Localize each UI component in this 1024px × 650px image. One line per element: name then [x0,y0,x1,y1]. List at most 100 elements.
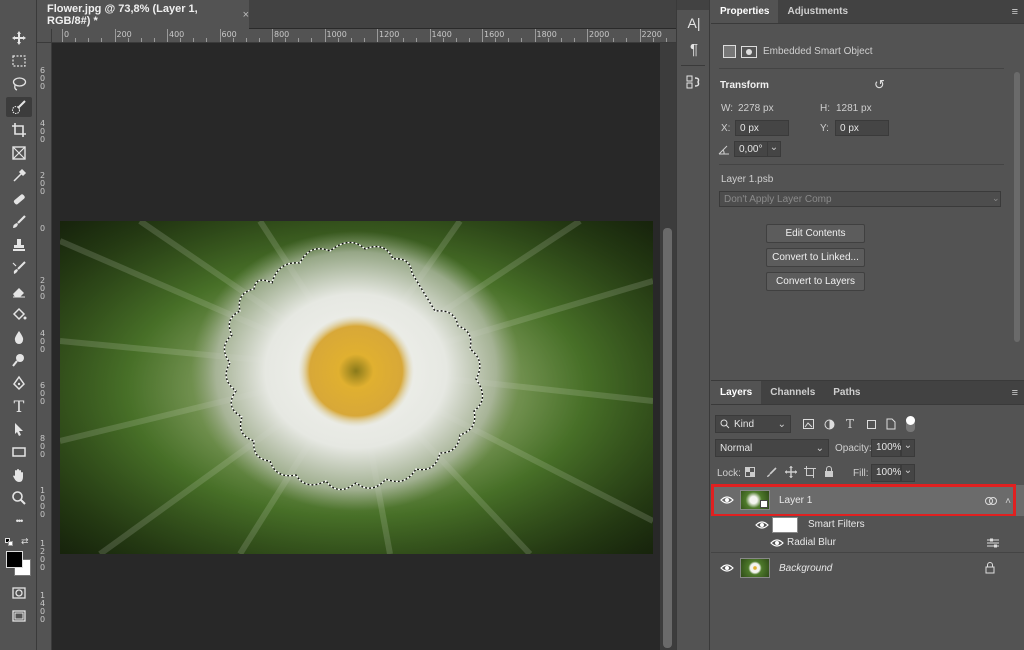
shape-filter-icon[interactable] [864,417,878,431]
chevron-down-icon: ⌄ [992,193,1000,203]
more-tools-icon[interactable]: ••• [6,511,32,531]
layer-name[interactable]: Smart Filters [808,519,865,530]
ruler-label: 400 [40,118,46,144]
dodge-icon[interactable] [6,350,32,370]
default-colors-icon[interactable] [5,538,14,547]
ruler-label: 1000 [40,486,46,519]
smart-object-filter-icon[interactable] [884,417,898,431]
scrollbar-thumb[interactable] [1014,72,1020,342]
ruler-tick [626,38,627,42]
type-filter-icon[interactable]: T [843,417,857,431]
brush-icon[interactable] [6,212,32,232]
fill-field[interactable]: 100% [871,464,902,482]
filter-blending-options-icon[interactable] [986,536,1000,550]
properties-scrollbar[interactable] [1012,66,1022,356]
close-icon[interactable]: × [243,9,249,21]
ruler-label: 800 [274,30,290,39]
path-selection-icon[interactable] [6,419,32,439]
visibility-eye-icon[interactable] [755,520,769,530]
y-field[interactable]: 0 px [835,120,889,136]
blend-mode-select[interactable]: Normal ⌄ [715,439,829,457]
character-panel-icon[interactable]: A| [677,10,711,36]
lock-all-icon[interactable] [822,465,836,479]
ruler-label: 200 [40,171,46,196]
layer-name[interactable]: Radial Blur [787,537,836,548]
search-icon [720,419,730,429]
scrollbar-thumb[interactable] [663,228,672,648]
healing-brush-icon[interactable] [6,189,32,209]
fill-dropdown-icon[interactable]: ⌄ [901,464,915,482]
layer-comp-select[interactable]: Don't Apply Layer Comp [719,191,1001,207]
type-icon[interactable]: T [6,396,32,416]
convert-to-linked-button[interactable]: Convert to Linked... [766,248,865,267]
ruler-tick [547,38,549,42]
glyphs-panel-icon[interactable] [677,69,711,95]
frame-icon[interactable] [6,143,32,163]
canvas-area[interactable] [52,43,660,650]
filter-kind-select[interactable]: Kind ⌄ [715,415,791,433]
document-tab[interactable]: Flower.jpg @ 73,8% (Layer 1, RGB/8#) * × [37,0,249,29]
x-field[interactable]: 0 px [735,120,789,136]
smart-object-icon [723,45,736,58]
convert-to-layers-button[interactable]: Convert to Layers [766,272,865,291]
blend-mode-label: Normal [720,442,753,454]
vertical-ruler[interactable]: 600 400 200 0 200 400 600 800 1000 1200 1400 [37,43,52,650]
visibility-eye-icon[interactable] [720,563,734,573]
angle-dropdown-icon[interactable]: ⌄ [767,141,781,157]
blur-icon[interactable] [6,327,32,347]
ruler-tick [587,29,588,42]
screen-mode-icon[interactable] [6,606,32,626]
ruler-tick [600,38,601,42]
edit-contents-button[interactable]: Edit Contents [766,224,865,243]
ruler-label: 1400 [40,591,46,624]
quick-selection-icon[interactable] [6,97,32,117]
lock-label: Lock: [717,468,741,479]
pixel-filter-icon[interactable] [801,417,815,431]
clone-stamp-icon[interactable] [6,235,32,255]
tab-channels[interactable]: Channels [761,381,824,404]
paragraph-panel-icon[interactable]: ¶ [677,36,711,62]
swap-colors-icon[interactable]: ⇄ [21,536,31,546]
horizontal-ruler[interactable]: 0 200 400 600 800 1000 1200 1400 1600 1800 2000 220… [52,29,676,43]
panel-menu-icon[interactable]: ≡ [1012,387,1018,399]
ruler-tick [377,29,378,42]
layer-name[interactable]: Background [779,563,832,574]
eraser-icon[interactable] [6,281,32,301]
crop-icon[interactable] [6,120,32,140]
canvas-vertical-scrollbar[interactable] [660,43,676,650]
ruler-tick [363,38,365,42]
ruler-label: 400 [40,328,46,354]
hand-icon[interactable] [6,465,32,485]
paint-bucket-icon[interactable] [6,304,32,324]
lock-artboard-icon[interactable] [803,465,817,479]
layer-row-radial-blur[interactable]: Radial Blur [711,534,1024,552]
visibility-eye-icon[interactable] [770,538,784,548]
tab-properties[interactable]: Properties [711,0,779,23]
lock-position-icon[interactable] [784,465,798,479]
lock-pixels-icon[interactable] [764,465,778,479]
opacity-field[interactable]: 100% [871,439,902,457]
tab-paths[interactable]: Paths [824,381,869,404]
pen-icon[interactable] [6,373,32,393]
filter-toggle-icon[interactable] [906,416,915,432]
foreground-color-swatch[interactable] [6,551,23,568]
layer-row-background[interactable]: Background [711,552,1024,582]
panel-menu-icon[interactable]: ≡ [1012,6,1018,18]
tab-adjustments[interactable]: Adjustments [778,0,857,23]
eyedropper-icon[interactable] [6,166,32,186]
layer-row-smart-filters[interactable]: Smart Filters [711,516,1024,534]
quick-mask-icon[interactable] [6,583,32,603]
zoom-icon[interactable] [6,488,32,508]
lasso-icon[interactable] [6,74,32,94]
reset-transform-icon[interactable]: ↺ [874,77,885,93]
rectangle-icon[interactable] [6,442,32,462]
history-brush-icon[interactable] [6,258,32,278]
tab-layers[interactable]: Layers [711,381,762,404]
adjustment-filter-icon[interactable] [822,417,836,431]
move-icon[interactable] [6,28,32,48]
opacity-dropdown-icon[interactable]: ⌄ [901,439,915,457]
lock-transparent-icon[interactable] [743,465,757,479]
marquee-icon[interactable] [6,51,32,71]
chevron-down-icon: ⌄ [777,418,786,430]
ruler-tick [62,29,63,42]
